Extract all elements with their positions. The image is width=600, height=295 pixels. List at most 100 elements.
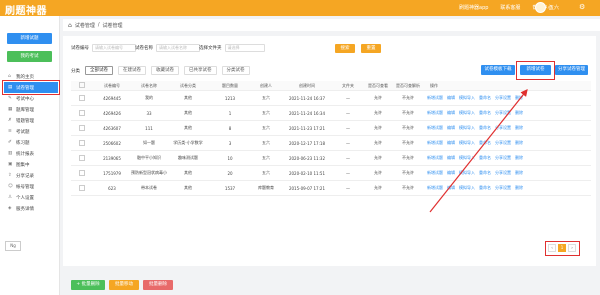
row-action-link[interactable]: 新增试题 (427, 185, 443, 191)
row-action-link[interactable]: 模拟导入 (459, 140, 475, 146)
row-checkbox[interactable] (71, 139, 93, 147)
batch-delete-button[interactable]: + 批量删除 (71, 280, 105, 290)
sidebar-item-account[interactable]: ☺ 帐号管理 (4, 181, 58, 192)
row-action-link[interactable]: 删除 (515, 140, 523, 146)
row-action-link[interactable]: 删除 (515, 125, 523, 131)
sidebar-footer-badge[interactable]: Ng (5, 241, 21, 251)
row-checkbox[interactable] (71, 154, 93, 162)
row-action-link[interactable]: 分享设置 (495, 170, 511, 176)
sidebar-item-share[interactable]: ⇪ 分享记录 (4, 170, 58, 181)
row-action-link[interactable]: 新增试题 (427, 155, 443, 161)
top-nav-support[interactable]: 联系客服 (500, 4, 520, 11)
row-action-link[interactable]: 重命名 (479, 155, 491, 161)
sidebar-item-service[interactable]: ◈ 服务详情 (4, 203, 58, 214)
col-header: 操作 (430, 82, 438, 88)
paper-code-input[interactable]: 请输入试卷编号 (92, 44, 136, 52)
row-action-link[interactable]: 模拟导入 (459, 155, 475, 161)
doc-icon: ▤ (8, 85, 13, 90)
avatar[interactable] (535, 2, 546, 13)
row-checkbox[interactable] (71, 94, 93, 102)
home-icon[interactable]: ⌂ (68, 22, 72, 29)
row-action-link[interactable]: 新增试题 (427, 140, 443, 146)
paper-name-input[interactable]: 请输入试卷名称 (156, 44, 200, 52)
row-action-link[interactable]: 分享设置 (495, 140, 511, 146)
top-nav-app[interactable]: 刷题神器app (459, 4, 488, 11)
folder: — (346, 125, 350, 131)
row-action-link[interactable]: 分享设置 (495, 95, 511, 101)
row-action-link[interactable]: 重命名 (479, 125, 491, 131)
row-action-link[interactable]: 模拟导入 (459, 110, 475, 116)
sidebar-item-settings[interactable]: ♙ 个人设置 (4, 192, 58, 203)
row-action-link[interactable]: 重命名 (479, 140, 491, 146)
row-action-link[interactable]: 编辑 (447, 125, 455, 131)
tab-category[interactable]: 分类试卷 (221, 66, 250, 75)
paper-code: 623 (108, 185, 116, 191)
my-exam-button[interactable]: 我的考试 (7, 51, 52, 62)
username[interactable]: 五六 (549, 4, 559, 11)
app-logo[interactable]: 刷题神器 (5, 2, 47, 17)
row-action-link[interactable]: 分享设置 (495, 185, 511, 191)
row-checkbox[interactable] (71, 169, 93, 177)
row-action-link[interactable]: 重命名 (479, 95, 491, 101)
row-action-link[interactable]: 删除 (515, 95, 523, 101)
share-manage-button[interactable]: 分享试卷管理 (555, 65, 588, 75)
breadcrumb-item[interactable]: 试卷管理 (75, 22, 95, 29)
row-action-link[interactable]: 删除 (515, 155, 523, 161)
row-checkbox[interactable] (71, 184, 93, 192)
sidebar-item-exam-q[interactable]: ≡ 考试题 (4, 126, 58, 137)
select-all-checkbox[interactable] (71, 82, 93, 89)
row-action-link[interactable]: 编辑 (447, 110, 455, 116)
sidebar-item-exam-center[interactable]: ✎ 考试中心 (4, 93, 58, 104)
tab-all[interactable]: 全部试卷 (85, 66, 113, 75)
row-action-link[interactable]: 模拟导入 (459, 125, 475, 131)
row-action-link[interactable]: 模拟导入 (459, 170, 475, 176)
row-action-link[interactable]: 新增试题 (427, 95, 443, 101)
sidebar-item-home[interactable]: ⌂ 我的主页 (4, 71, 58, 82)
template-download-button[interactable]: 试卷模板下载 (481, 65, 515, 75)
row-action-link[interactable]: 重命名 (479, 110, 491, 116)
tab-favorite[interactable]: 收藏试卷 (151, 66, 179, 75)
row-action-link[interactable]: 删除 (515, 110, 523, 116)
row-checkbox[interactable] (71, 109, 93, 117)
sidebar-item-label: 错题管理 (16, 118, 34, 124)
paper-category: 其他 (184, 110, 192, 115)
row-action-link[interactable]: 分享设置 (495, 125, 511, 131)
row-action-link[interactable]: 新增试题 (427, 125, 443, 131)
row-action-link[interactable]: 编辑 (447, 170, 455, 176)
sidebar-item-wrong[interactable]: ✗ 错题管理 (4, 115, 58, 126)
row-action-link[interactable]: 模拟导入 (459, 95, 475, 101)
sidebar-item-stats[interactable]: ▥ 统计报表 (4, 148, 58, 159)
batch-remove-button[interactable]: 批量删除 (143, 280, 173, 290)
sidebar-item-practice[interactable]: ✐ 练习题 (4, 137, 58, 148)
row-action-link[interactable]: 编辑 (447, 185, 455, 191)
row-action-link[interactable]: 删除 (515, 170, 523, 176)
row-action-link[interactable]: 删除 (515, 185, 523, 191)
tab-shared[interactable]: 已共享试卷 (184, 66, 217, 75)
row-checkbox[interactable] (71, 124, 93, 132)
row-action-link[interactable]: 编辑 (447, 140, 455, 146)
sidebar-item-label: 统计报表 (16, 151, 34, 157)
row-action-link[interactable]: 分享设置 (495, 155, 511, 161)
row-action-link[interactable]: 编辑 (447, 155, 455, 161)
paper-code: 2506602 (103, 140, 121, 146)
sidebar-item-paper-manage[interactable]: ▤ 试卷管理 (2, 80, 60, 95)
sidebar-item-image[interactable]: ▣ 图集中 (4, 159, 58, 170)
paper-code: 4263607 (103, 125, 121, 131)
add-question-button[interactable]: 新增试题 (7, 33, 52, 44)
row-action-link[interactable]: 分享设置 (495, 110, 511, 116)
row-action-link[interactable]: 重命名 (479, 170, 491, 176)
row-action-link[interactable]: 重命名 (479, 185, 491, 191)
creator: 库题教育 (258, 185, 274, 190)
reset-button[interactable]: 重置 (361, 44, 381, 53)
tab-building[interactable]: 在建试卷 (118, 66, 146, 75)
batch-move-button[interactable]: 批量移动 (109, 280, 139, 290)
row-action-link[interactable]: 模拟导入 (459, 185, 475, 191)
gear-icon[interactable]: ⚙ (579, 3, 585, 11)
row-action-link[interactable]: 新增试题 (427, 110, 443, 116)
folder-select[interactable]: 请选择 (224, 44, 265, 52)
col-header: 试卷分类 (180, 82, 196, 88)
search-button[interactable]: 搜索 (335, 44, 355, 53)
row-action-link[interactable]: 新增试题 (427, 170, 443, 176)
sidebar-item-bank[interactable]: ▦ 题库管理 (4, 104, 58, 115)
row-action-link[interactable]: 编辑 (447, 95, 455, 101)
